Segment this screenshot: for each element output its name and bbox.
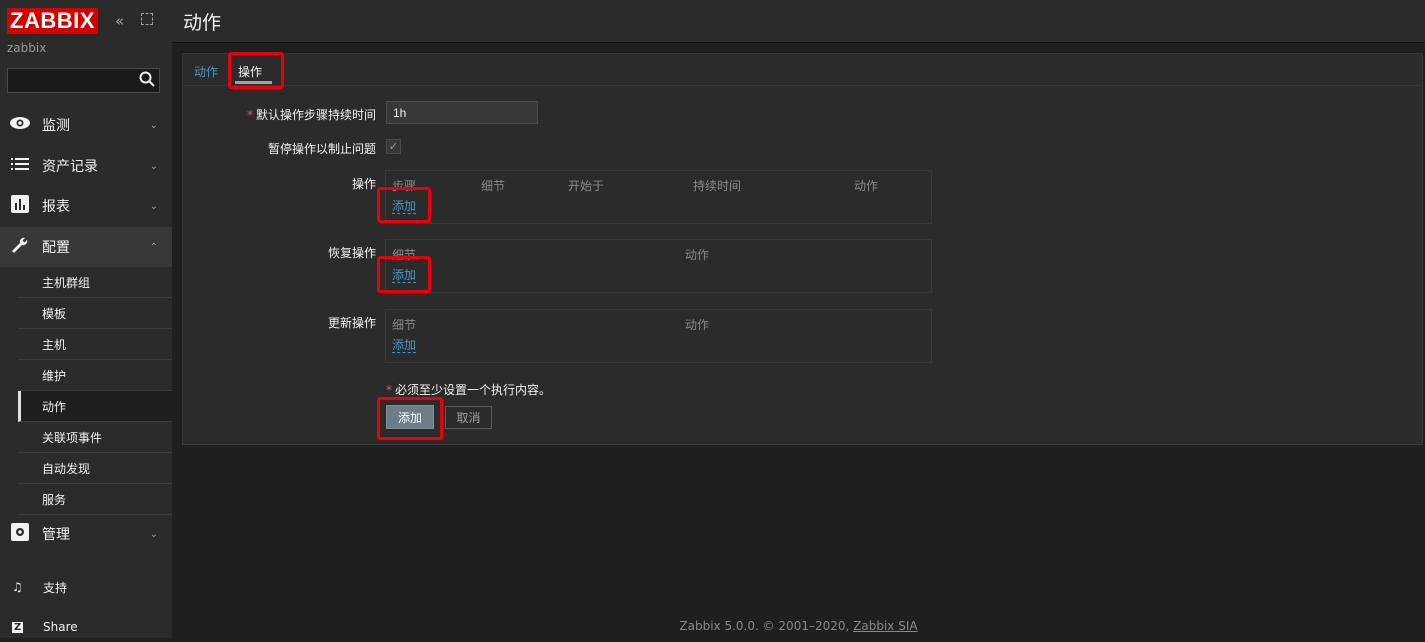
- col-header: 持续时间: [693, 179, 742, 193]
- double-chevron-left-icon[interactable]: «: [115, 12, 124, 30]
- menu-label: 配置: [42, 240, 70, 256]
- action-form-panel: 动作 操作 *默认操作步骤持续时间 暂停操作以制止问题 ✓ 操作 步骤 细节 开…: [182, 53, 1423, 445]
- list-icon: [9, 156, 31, 176]
- submenu-item-templates[interactable]: 模板: [18, 298, 172, 329]
- add-update-link[interactable]: 添加: [392, 338, 417, 353]
- col-header: 细节: [481, 179, 506, 193]
- submenu-item-correlation[interactable]: 关联项事件: [18, 422, 172, 453]
- sidebar: ZABBIX « zabbix 监测 ⌄ 资产记录 ⌄ 报表 ⌄ 配置 ⌃ 主机…: [0, 0, 172, 638]
- menu-label: 资产记录: [42, 159, 98, 175]
- share-label: Share: [43, 620, 78, 634]
- page-title: 动作: [183, 12, 222, 34]
- footer-link[interactable]: Zabbix SIA: [853, 619, 917, 633]
- recovery-label: 恢复操作: [327, 246, 376, 260]
- bar-chart-icon: [9, 194, 31, 218]
- menu-label: 管理: [42, 527, 70, 543]
- zabbix-logo[interactable]: ZABBIX: [7, 8, 98, 34]
- pause-checkbox[interactable]: ✓: [386, 139, 401, 154]
- recovery-table: 细节 动作 添加: [385, 239, 932, 293]
- menu-item-reports[interactable]: 报表 ⌄: [0, 186, 172, 226]
- required-asterisk: *: [246, 108, 253, 122]
- page-footer: Zabbix 5.0.0. © 2001–2020, Zabbix SIA: [172, 619, 1425, 633]
- add-button[interactable]: 添加: [386, 405, 434, 429]
- active-tab-indicator: [235, 81, 272, 84]
- tab-operations[interactable]: 操作: [238, 63, 262, 80]
- pause-label: 暂停操作以制止问题: [267, 142, 376, 156]
- menu-label: 监测: [42, 118, 70, 134]
- search-box: [7, 68, 160, 93]
- submenu-item-actions[interactable]: 动作: [18, 391, 172, 422]
- menu-item-administration[interactable]: 管理 ⌄: [0, 514, 172, 554]
- chevron-down-icon: ⌄: [149, 200, 158, 212]
- submenu-item-hosts[interactable]: 主机: [18, 329, 172, 360]
- tab-action[interactable]: 动作: [194, 63, 218, 80]
- col-header: 动作: [685, 248, 710, 262]
- required-hint: * 必须至少设置一个执行内容。: [386, 383, 552, 397]
- submenu-item-maintenance[interactable]: 维护: [18, 360, 172, 391]
- add-recovery-link[interactable]: 添加: [392, 268, 417, 283]
- support-link[interactable]: ♫ 支持: [0, 572, 172, 602]
- menu-item-configuration[interactable]: 配置 ⌃: [0, 227, 172, 267]
- col-header: 开始于: [568, 179, 605, 193]
- wrench-icon: [9, 236, 31, 259]
- headset-icon: ♫: [12, 580, 23, 594]
- operations-label: 操作: [351, 177, 376, 191]
- operations-table: 步骤 细节 开始于 持续时间 动作 添加: [385, 170, 932, 224]
- submenu-item-discovery[interactable]: 自动发现: [18, 453, 172, 484]
- eye-icon: [9, 115, 31, 135]
- configuration-submenu: 主机群组 模板 主机 维护 动作 关联项事件 自动发现 服务: [18, 267, 172, 515]
- search-input[interactable]: [8, 69, 136, 92]
- support-label: 支持: [43, 580, 68, 595]
- footer-text: Zabbix 5.0.0. © 2001–2020,: [679, 619, 850, 633]
- chevron-down-icon: ⌄: [149, 528, 158, 540]
- menu-label: 报表: [42, 199, 70, 215]
- default-duration-input[interactable]: [386, 101, 538, 124]
- menu-item-monitoring[interactable]: 监测 ⌄: [0, 105, 172, 145]
- col-header: 动作: [685, 318, 710, 332]
- chevron-down-icon: ⌄: [149, 119, 158, 131]
- col-header: 动作: [854, 179, 879, 193]
- update-table: 细节 动作 添加: [385, 309, 932, 363]
- z-icon: Z: [12, 621, 24, 633]
- submenu-item-hostgroups[interactable]: 主机群组: [18, 267, 172, 298]
- col-header: 步骤: [392, 179, 417, 193]
- add-operation-link[interactable]: 添加: [392, 199, 417, 214]
- update-label: 更新操作: [327, 316, 376, 330]
- default-duration-label: * 默认操作步骤持续时间: [246, 108, 376, 122]
- chevron-up-icon: ⌃: [149, 241, 158, 253]
- col-header: 细节: [392, 318, 417, 332]
- submenu-item-services[interactable]: 服务: [18, 484, 172, 515]
- tab-bar: 动作 操作: [183, 54, 1422, 86]
- required-asterisk: *: [386, 383, 392, 397]
- logo-row: ZABBIX: [7, 8, 98, 34]
- kiosk-mode-icon[interactable]: [141, 13, 153, 25]
- gear-icon: [9, 522, 31, 546]
- search-icon[interactable]: [139, 71, 155, 91]
- menu-item-inventory[interactable]: 资产记录 ⌄: [0, 146, 172, 186]
- page-header: 动作: [172, 0, 1425, 43]
- server-name: zabbix: [7, 41, 47, 55]
- chevron-down-icon: ⌄: [149, 160, 158, 172]
- cancel-button[interactable]: 取消: [445, 406, 492, 429]
- col-header: 细节: [392, 248, 417, 262]
